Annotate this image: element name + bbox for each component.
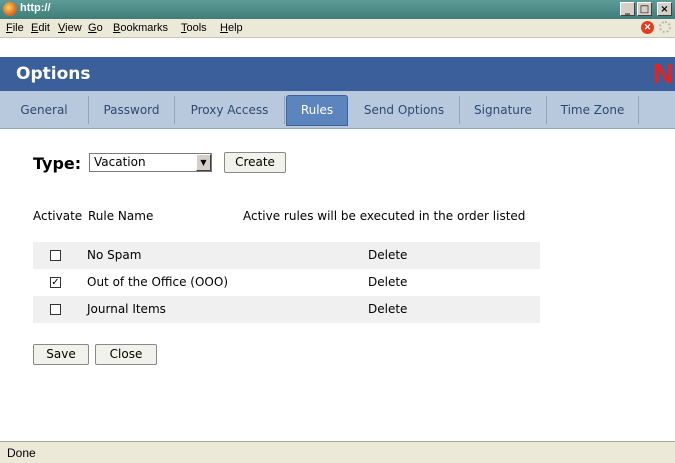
- rules-order-note: Active rules will be executed in the ord…: [243, 209, 526, 223]
- menu-tools[interactable]: Tools: [181, 22, 207, 34]
- rule-name: No Spam: [87, 248, 142, 262]
- menu-go[interactable]: Go: [88, 22, 103, 34]
- close-window-button[interactable]: ×: [657, 2, 672, 16]
- menu-help[interactable]: Help: [220, 22, 243, 34]
- menu-view[interactable]: View: [58, 22, 82, 34]
- column-header-rule-name: Rule Name: [88, 209, 154, 223]
- chevron-down-icon[interactable]: ▼: [196, 154, 211, 171]
- options-header: Options N: [0, 57, 675, 91]
- type-label: Type:: [33, 154, 82, 173]
- window-title-bar: http:// _ □ ×: [0, 0, 675, 19]
- type-select-value: Vacation: [94, 155, 146, 169]
- throbber-icon: [659, 21, 671, 33]
- activate-checkbox[interactable]: [50, 304, 61, 315]
- minimize-button[interactable]: _: [620, 2, 635, 16]
- rule-name: Journal Items: [87, 302, 166, 316]
- menu-bookmarks[interactable]: Bookmarks: [113, 22, 168, 34]
- tab-strip: General Password Proxy Access Rules Send…: [0, 91, 675, 129]
- tab-general[interactable]: General: [0, 96, 89, 124]
- table-row: Journal Items Delete: [33, 296, 540, 323]
- novell-logo: N: [653, 58, 674, 89]
- type-select[interactable]: Vacation ▼: [89, 153, 212, 172]
- tab-send-options[interactable]: Send Options: [349, 96, 460, 124]
- delete-link[interactable]: Delete: [368, 275, 407, 289]
- menu-edit[interactable]: Edit: [31, 22, 50, 34]
- tab-signature[interactable]: Signature: [460, 96, 547, 124]
- menu-bar: File Edit View Go Bookmarks Tools Help ✕: [0, 19, 675, 38]
- window-title: http://: [20, 2, 51, 14]
- tab-password[interactable]: Password: [89, 96, 175, 124]
- column-header-activate: Activate: [33, 209, 83, 223]
- activate-checkbox[interactable]: [50, 250, 61, 261]
- activate-checkbox[interactable]: ✓: [50, 277, 61, 288]
- table-row: ✓ Out of the Office (OOO) Delete: [33, 269, 540, 296]
- rule-name: Out of the Office (OOO): [87, 275, 228, 289]
- delete-link[interactable]: Delete: [368, 302, 407, 316]
- tab-time-zone[interactable]: Time Zone: [547, 96, 639, 124]
- tab-rules[interactable]: Rules: [286, 95, 348, 126]
- table-row: No Spam Delete: [33, 242, 540, 269]
- page-title: Options: [16, 64, 91, 84]
- delete-link[interactable]: Delete: [368, 248, 407, 262]
- browser-logo-icon: [3, 2, 17, 16]
- status-bar: Done: [0, 441, 675, 463]
- maximize-button[interactable]: □: [637, 2, 652, 16]
- stop-icon[interactable]: ✕: [641, 21, 654, 34]
- menu-file[interactable]: File: [6, 22, 24, 34]
- status-text: Done: [7, 446, 36, 460]
- save-button[interactable]: Save: [33, 344, 89, 365]
- close-button[interactable]: Close: [95, 344, 157, 365]
- create-button[interactable]: Create: [224, 152, 286, 173]
- tab-proxy-access[interactable]: Proxy Access: [175, 96, 285, 124]
